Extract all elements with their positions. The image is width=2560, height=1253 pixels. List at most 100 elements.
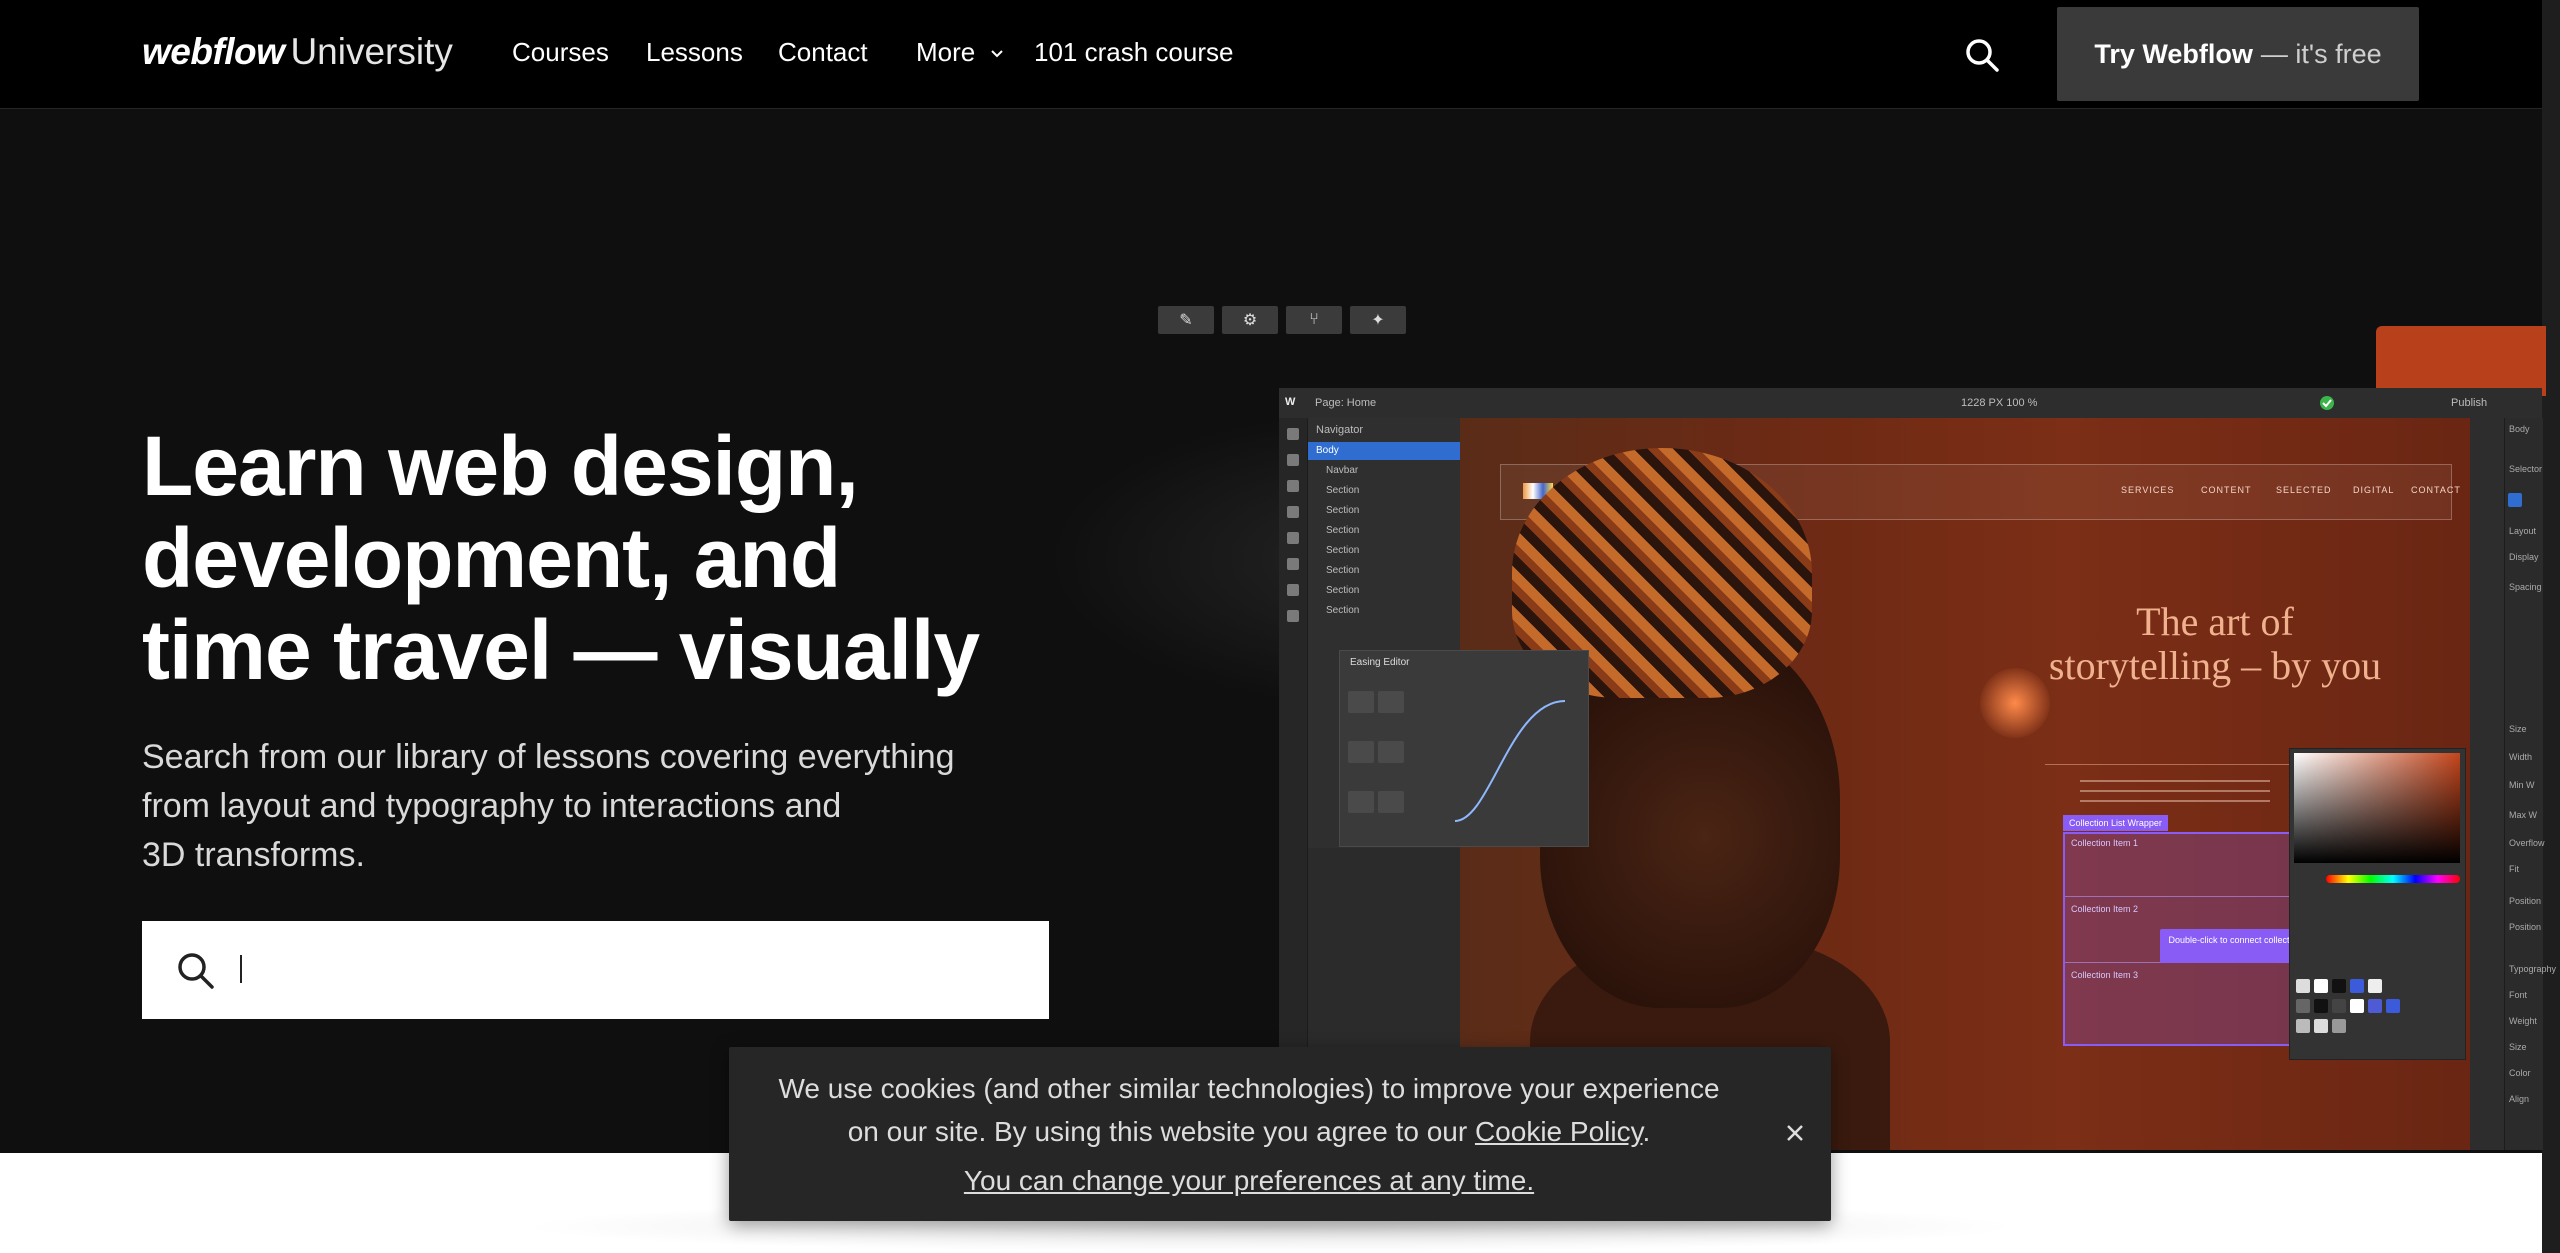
canvas-heading-line: storytelling – by you: [2048, 643, 2382, 688]
easing-curve: [1454, 700, 1566, 822]
navigator-icon: [1287, 480, 1299, 492]
logo-word: webflow: [142, 31, 285, 72]
navigator-item: Section: [1326, 585, 1360, 596]
cookie-message: We use cookies (and other similar techno…: [769, 1067, 1729, 1153]
style-panel-label: Spacing: [2509, 582, 2542, 592]
nav-dropdown-more[interactable]: More: [916, 34, 1004, 70]
style-panel: Body Selector Layout Display Spacing Siz…: [2504, 418, 2556, 1150]
easing-title: Easing Editor: [1350, 657, 1410, 668]
designer-topbar: W Page: Home 1228 PX 100 % Publish: [1279, 388, 2542, 419]
color-swatch: [2368, 999, 2382, 1013]
navigator-item: Section: [1326, 505, 1360, 516]
page-label: Page: Home: [1315, 397, 1377, 409]
navigator-item: Navbar: [1326, 465, 1359, 476]
style-panel-label: Overflow: [2509, 838, 2545, 848]
color-picker-popover: [2289, 748, 2466, 1060]
try-webflow-button[interactable]: Try Webflow — it's free: [2057, 7, 2419, 101]
canvas-nav-link: CONTACT: [2411, 485, 2461, 495]
ecommerce-icon: [1287, 558, 1299, 570]
check-icon: [2320, 396, 2334, 410]
chevron-down-icon: [991, 50, 1004, 58]
color-swatch: [2314, 979, 2328, 993]
nav-link-crash-course[interactable]: 101 crash course: [1034, 34, 1233, 70]
lesson-search-box[interactable]: [142, 921, 1049, 1019]
nav-link-contact[interactable]: Contact: [778, 34, 868, 70]
search-icon[interactable]: [1963, 36, 2001, 74]
style-panel-label: Min W: [2509, 780, 2535, 790]
color-swatch: [2368, 979, 2382, 993]
symbols-icon: [1287, 454, 1299, 466]
canvas-nav-link: DIGITAL: [2353, 485, 2395, 495]
style-panel-label: Max W: [2509, 810, 2537, 820]
window-scrollbar[interactable]: [2542, 0, 2560, 1253]
webflow-university-logo[interactable]: webflow University: [142, 30, 453, 74]
cms-icon: [1287, 532, 1299, 544]
gear-icon: ⚙: [1222, 306, 1278, 334]
background-card: [2376, 326, 2546, 396]
settings-icon: [1287, 610, 1299, 622]
color-swatch: [2296, 979, 2310, 993]
close-icon[interactable]: [1781, 1119, 1809, 1147]
subcopy-line: Search from our library of lessons cover…: [142, 738, 955, 776]
canvas-paragraph-line: [2080, 780, 2270, 782]
style-panel-label: Selector: [2509, 464, 2543, 474]
collection-item-label: Collection Item 3: [2071, 970, 2139, 980]
collection-item-label: Collection Item 1: [2071, 838, 2139, 848]
navigator-item: Section: [1326, 545, 1360, 556]
style-panel-label: Position: [2509, 896, 2542, 906]
canvas-nav-link: SELECTED: [2276, 485, 2332, 495]
selector-chip: [2508, 493, 2522, 507]
nav-link-courses[interactable]: Courses: [512, 34, 609, 70]
pages-icon: [1287, 506, 1299, 518]
canvas-gutter: [2470, 418, 2504, 1150]
search-icon: [178, 953, 214, 989]
navigator-item: Body: [1308, 442, 1475, 460]
add-icon: ✦: [1350, 306, 1406, 334]
headline-line: development, and: [142, 511, 841, 605]
color-swatch: [2296, 999, 2310, 1013]
text-caret: [240, 955, 242, 983]
navigator-item: Section: [1326, 605, 1360, 616]
style-panel-label: Size: [2509, 1042, 2527, 1052]
canvas-heading: The art of storytelling – by you: [2005, 600, 2425, 688]
connect-collection-cta: Double-click to connect collection: [2160, 929, 2310, 963]
navigator-item: Section: [1326, 485, 1360, 496]
color-swatch: [2350, 999, 2364, 1013]
ease-preset: [1348, 691, 1374, 713]
headline-line: Learn web design,: [142, 419, 859, 513]
ease-preset: [1348, 741, 1374, 763]
add-panel-icon: [1287, 428, 1299, 440]
designer-screenshot: W Page: Home 1228 PX 100 % Publish Navig…: [1279, 388, 2556, 1150]
navigator-item: Section: [1326, 565, 1360, 576]
cookie-banner: We use cookies (and other similar techno…: [729, 1047, 1831, 1221]
style-panel-label: Weight: [2509, 1016, 2537, 1026]
ease-preset: [1378, 791, 1404, 813]
easing-editor-panel: Easing Editor: [1339, 650, 1589, 847]
cookie-preferences-link[interactable]: You can change your preferences at any t…: [729, 1161, 1769, 1201]
subcopy-line: 3D transforms.: [142, 836, 365, 874]
lesson-search-input[interactable]: [238, 941, 1022, 1001]
style-panel-label: Body: [2509, 424, 2530, 434]
style-panel-label: Size: [2509, 724, 2527, 734]
style-panel-label: Width: [2509, 752, 2533, 762]
top-navigation: webflow University Courses Lessons Contac…: [0, 0, 2560, 109]
canvas-paragraph-line: [2080, 800, 2270, 802]
nav-link-lessons[interactable]: Lessons: [646, 34, 743, 70]
cookie-line-2: on our site. By using this website you a…: [769, 1110, 1729, 1153]
subcopy-line: from layout and typography to interactio…: [142, 787, 842, 825]
brush-icon: ✎: [1158, 306, 1214, 334]
headline-line: time travel — visually: [142, 603, 980, 697]
color-swatch: [2386, 999, 2400, 1013]
hero-subcopy: Search from our library of lessons cover…: [142, 733, 1062, 880]
nav-more-label: More: [916, 37, 976, 67]
style-panel-label: Color: [2509, 1068, 2531, 1078]
color-swatch: [2332, 999, 2346, 1013]
publish-label: Publish: [2451, 397, 2488, 409]
designer-left-rail: [1279, 418, 1308, 1150]
hero-headline: Learn web design, development, and time …: [142, 420, 1082, 696]
style-panel-label: Align: [2509, 1094, 2530, 1104]
canvas-paragraph-line: [2080, 790, 2270, 792]
ease-preset: [1348, 791, 1374, 813]
navigator-item: Section: [1326, 525, 1360, 536]
cookie-policy-link[interactable]: Cookie Policy: [1475, 1116, 1643, 1147]
